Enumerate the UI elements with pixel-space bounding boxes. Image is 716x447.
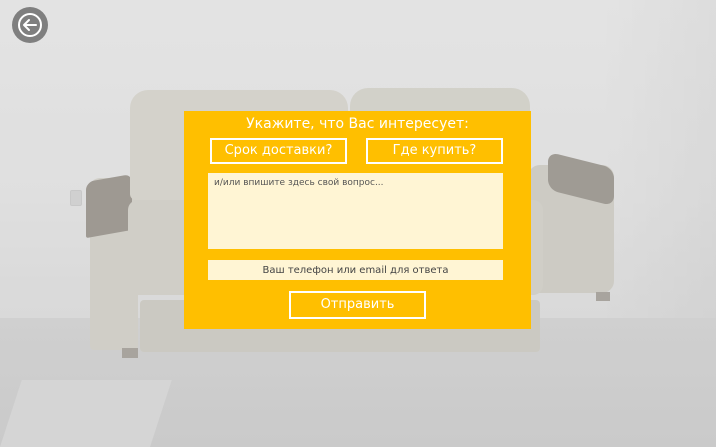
where-to-buy-button[interactable]: Где купить? [366, 138, 503, 164]
inquiry-dialog: Укажите, что Вас интересует: Срок достав… [184, 111, 531, 329]
submit-button[interactable]: Отправить [289, 291, 426, 319]
contact-input[interactable] [208, 260, 503, 280]
dialog-title: Укажите, что Вас интересует: [246, 116, 469, 132]
question-textarea[interactable] [208, 173, 503, 249]
arrow-left-circle-icon [17, 12, 43, 38]
delivery-time-button[interactable]: Срок доставки? [210, 138, 347, 164]
back-button[interactable] [12, 7, 48, 43]
